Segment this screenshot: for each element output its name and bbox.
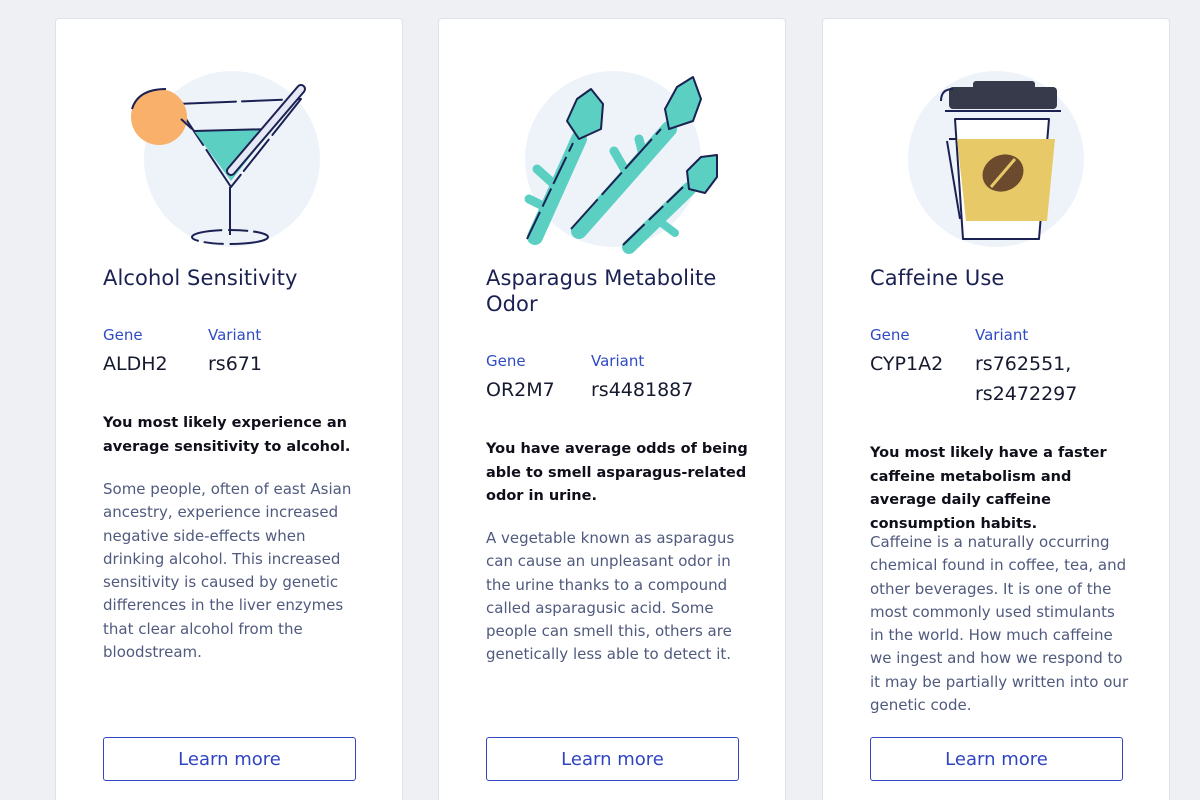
cocktail-icon: [96, 59, 366, 259]
trait-description: Caffeine is a naturally occurring chemic…: [870, 533, 1129, 715]
gene-label: Gene: [870, 326, 910, 344]
gene-value: OR2M7: [486, 379, 555, 401]
variant-value-2: rs2472297: [975, 383, 1078, 405]
variant-value-1: rs762551,: [975, 353, 1072, 375]
result-summary: You most likely experience an average se…: [103, 415, 351, 455]
card-title: Asparagus Metabolite Odor: [486, 266, 717, 316]
result-summary: You have average odds of being able to s…: [486, 441, 748, 504]
trait-description: Some people, often of east Asian ancestr…: [103, 480, 352, 662]
gene-value: CYP1A2: [870, 353, 944, 375]
variant-label: Variant: [975, 326, 1029, 344]
trait-card-alcohol: Alcohol Sensitivity Gene ALDH2 Variant r…: [55, 18, 403, 800]
learn-more-button[interactable]: Learn more: [486, 737, 739, 781]
coffee-cup-icon: [863, 59, 1133, 259]
variant-label: Variant: [591, 352, 645, 370]
trait-card-asparagus: Asparagus Metabolite Odor Gene OR2M7 Var…: [438, 18, 786, 800]
asparagus-icon: [479, 59, 749, 259]
gene-label: Gene: [103, 326, 143, 344]
learn-more-button[interactable]: Learn more: [103, 737, 356, 781]
result-summary: You most likely have a faster caffeine m…: [870, 445, 1107, 532]
learn-more-button[interactable]: Learn more: [870, 737, 1123, 781]
gene-value: ALDH2: [103, 353, 168, 375]
gene-label: Gene: [486, 352, 526, 370]
card-title: Caffeine Use: [870, 266, 1005, 290]
trait-description: A vegetable known as asparagus can cause…: [486, 529, 735, 664]
variant-value: rs671: [208, 353, 262, 375]
card-title: Alcohol Sensitivity: [103, 266, 298, 290]
variant-label: Variant: [208, 326, 262, 344]
variant-value: rs4481887: [591, 379, 694, 401]
trait-card-caffeine: Caffeine Use Gene CYP1A2 Variant rs76255…: [822, 18, 1170, 800]
